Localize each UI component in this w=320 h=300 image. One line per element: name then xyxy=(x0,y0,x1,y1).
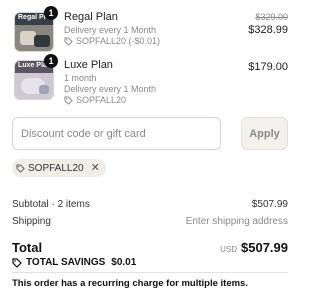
item-price: $179.00 xyxy=(248,61,288,73)
delivery-frequency: Delivery every 1 Month xyxy=(64,84,157,94)
apply-button[interactable]: Apply xyxy=(241,117,288,150)
tag-icon xyxy=(16,163,25,173)
item-discount: SOPFALL20 xyxy=(64,95,156,106)
thumbnail-label: Regal Pl xyxy=(18,14,46,21)
item-price: $328.99 xyxy=(248,24,288,36)
shipping-row: Shipping Enter shipping address xyxy=(12,216,288,227)
recurring-notice: This order has a recurring charge for mu… xyxy=(12,278,248,289)
savings-amount: $0.01 xyxy=(111,257,137,268)
savings-label: TOTAL SAVINGS xyxy=(26,257,106,268)
shipping-value: Enter shipping address xyxy=(185,216,288,227)
tag-icon xyxy=(64,96,73,105)
line-item: Luxe Pla 1 Luxe Plan 1 month Delivery ev… xyxy=(12,54,288,106)
item-name: Luxe Plan xyxy=(64,59,113,71)
item-duration: 1 month xyxy=(64,73,97,83)
applied-discount-chip: SOPFALL20 ✕ xyxy=(12,159,106,177)
total-row: Total USD $507.99 xyxy=(12,238,288,256)
item-discount: SOPFALL20 (-$0.01) xyxy=(64,36,160,47)
total-amount: $507.99 xyxy=(241,239,288,255)
subtotal-label: Subtotal · 2 items xyxy=(12,199,90,210)
total-label: Total xyxy=(12,239,43,255)
total-savings: TOTAL SAVINGS $0.01 xyxy=(12,257,136,268)
item-name: Regal Plan xyxy=(64,11,118,23)
original-price: $329.00 xyxy=(255,12,288,22)
quantity-badge: 1 xyxy=(44,6,58,20)
item-discount-text: SOPFALL20 xyxy=(76,95,127,105)
discount-code-input[interactable] xyxy=(12,117,221,150)
line-item: Regal Pl 1 Regal Plan Delivery every 1 M… xyxy=(12,6,288,58)
subtotal-row: Subtotal · 2 items $507.99 xyxy=(12,199,288,210)
tag-icon xyxy=(12,257,22,268)
item-discount-text: SOPFALL20 (-$0.01) xyxy=(76,36,161,46)
close-icon[interactable]: ✕ xyxy=(91,162,100,174)
discount-form: Apply xyxy=(12,117,288,150)
thumbnail-label: Luxe Pla xyxy=(18,62,47,69)
shipping-label: Shipping xyxy=(12,216,51,227)
tag-icon xyxy=(64,37,73,46)
currency-code: USD xyxy=(220,244,237,254)
divider xyxy=(12,272,288,273)
applied-code: SOPFALL20 xyxy=(28,162,84,174)
delivery-frequency: Delivery every 1 Month xyxy=(64,25,157,35)
quantity-badge: 1 xyxy=(44,54,58,68)
subtotal-value: $507.99 xyxy=(251,199,288,210)
